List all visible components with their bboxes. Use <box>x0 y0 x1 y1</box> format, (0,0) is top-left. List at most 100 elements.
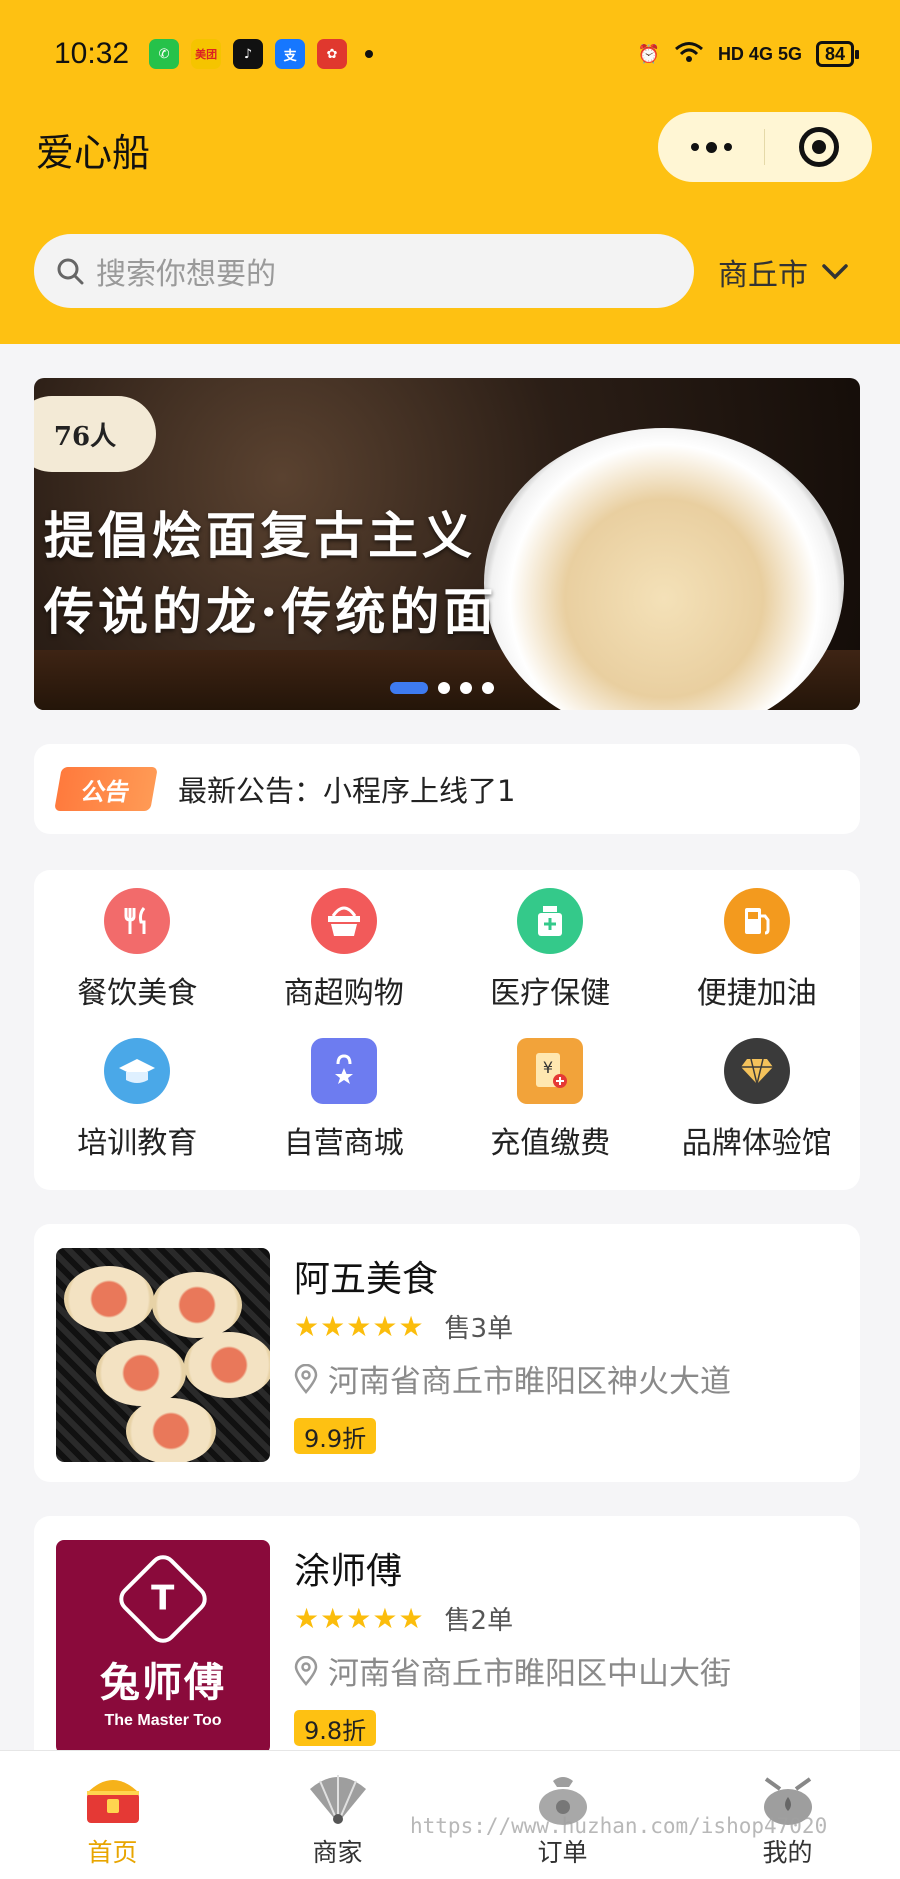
tab-home[interactable]: 首页 <box>0 1751 225 1879</box>
category-label: 便捷加油 <box>696 976 817 1011</box>
miniprogram-capsule <box>658 112 872 182</box>
shopping-bag-icon <box>310 1038 377 1104</box>
carousel-dot-active[interactable] <box>390 682 428 694</box>
home-chest-icon <box>81 1767 145 1831</box>
chevron-down-icon <box>822 264 848 280</box>
store-thumbnail: T 兔师傅 The Master Too <box>56 1540 270 1754</box>
category-label: 培训教育 <box>77 1126 198 1161</box>
tiktok-app-icon: ♪ <box>233 39 264 69</box>
store-logo-mark: T <box>113 1549 213 1649</box>
store-card[interactable]: T 兔师傅 The Master Too 涂师傅 ★ ★ ★ ★ ★ 售2单 河… <box>34 1516 860 1774</box>
banner-logo: 76人 <box>34 396 156 472</box>
fan-merchant-icon <box>306 1767 370 1831</box>
store-address-text: 河南省商丘市睢阳区中山大街 <box>328 1656 731 1692</box>
store-rating: ★ ★ ★ ★ ★ 售2单 <box>294 1600 513 1637</box>
category-label: 商超购物 <box>283 976 404 1011</box>
star-icon: ★ <box>294 1601 320 1635</box>
more-dot-icon <box>690 143 699 151</box>
more-dot-icon <box>705 141 717 153</box>
store-name: 阿五美食 <box>294 1259 439 1300</box>
discount-badge: 9.8折 <box>294 1710 377 1746</box>
meituan-app-icon: 美团 <box>191 39 222 69</box>
battery-indicator: 84 <box>815 41 860 67</box>
notice-tag: 公告 <box>54 767 158 811</box>
flower-app-icon: ✿ <box>317 39 348 69</box>
category-label: 品牌体验馆 <box>681 1126 832 1161</box>
more-menu-button[interactable] <box>658 112 764 182</box>
fuel-pump-icon <box>723 888 790 954</box>
graduation-cap-icon <box>104 1038 171 1104</box>
store-sold: 售2单 <box>444 1606 514 1636</box>
store-card[interactable]: 阿五美食 ★ ★ ★ ★ ★ 售3单 河南省商丘市睢阳区神火大道 9.9折 <box>34 1224 860 1482</box>
watermark-text: https://www.huzhan.com/ishop47020 <box>410 1814 828 1838</box>
carousel-dot[interactable] <box>482 682 494 694</box>
network-indicator: HD 4G 5G <box>717 43 802 64</box>
store-name: 涂师傅 <box>294 1551 403 1592</box>
star-icon: ★ <box>320 1309 346 1343</box>
category-grid: 餐饮美食 商超购物 医疗保健 便捷加油 培训教育 自营商城 ¥ 充值缴费 品牌体… <box>34 870 860 1190</box>
notice-bar[interactable]: 公告 最新公告：小程序上线了1 <box>34 744 860 834</box>
notification-dot <box>365 50 374 58</box>
store-address-text: 河南省商丘市睢阳区神火大道 <box>328 1364 731 1400</box>
category-recharge[interactable]: ¥ 充值缴费 <box>447 1038 654 1188</box>
search-icon <box>57 258 84 285</box>
noodle-bowl-image <box>484 428 844 710</box>
banner-headline-2: 传说的龙·传统的面 <box>44 582 498 641</box>
store-thumbnail <box>56 1248 270 1462</box>
star-icon: ★ <box>372 1309 398 1343</box>
category-label: 充值缴费 <box>490 1126 611 1161</box>
alipay-app-icon: 支 <box>275 39 306 69</box>
category-brand-hall[interactable]: 品牌体验馆 <box>654 1038 861 1188</box>
recharge-icon: ¥ <box>517 1038 584 1104</box>
basket-icon <box>310 888 377 954</box>
store-rating: ★ ★ ★ ★ ★ 售3单 <box>294 1308 513 1345</box>
store-logo-text: 兔师傅 <box>100 1660 226 1706</box>
category-medical[interactable]: 医疗保健 <box>447 888 654 1038</box>
search-placeholder: 搜索你想要的 <box>96 257 276 292</box>
category-label: 餐饮美食 <box>77 976 198 1011</box>
phone-app-icon: ✆ <box>149 39 180 69</box>
tab-label: 我的 <box>762 1838 813 1867</box>
tab-label: 首页 <box>87 1838 138 1867</box>
location-pin-icon <box>294 1363 318 1394</box>
status-right: ⏰ HD 4G 5G 84 <box>637 41 860 68</box>
tab-label: 商家 <box>312 1838 363 1867</box>
carousel-dot[interactable] <box>438 682 450 694</box>
star-icon: ★ <box>398 1309 424 1343</box>
star-icon: ★ <box>346 1601 372 1635</box>
city-selector[interactable]: 商丘市 <box>718 250 848 294</box>
page-title: 爱心船 <box>36 131 151 175</box>
star-icon: ★ <box>372 1601 398 1635</box>
diamond-icon <box>723 1038 790 1104</box>
store-address: 河南省商丘市睢阳区神火大道 <box>294 1356 731 1401</box>
promo-banner[interactable]: 76人 提倡烩面复古主义 传说的龙·传统的面 <box>34 378 860 710</box>
notice-text: 最新公告：小程序上线了1 <box>178 774 516 808</box>
alarm-icon: ⏰ <box>637 43 660 64</box>
carousel-dot[interactable] <box>460 682 472 694</box>
category-fuel[interactable]: 便捷加油 <box>654 888 861 1038</box>
store-logo-subtext: The Master Too <box>104 1712 222 1729</box>
top-header: 10:32 ✆ 美团 ♪ 支 ✿ ⏰ HD 4G 5G 84 爱心船 搜索你想要… <box>0 0 900 344</box>
more-dot-icon <box>723 143 732 151</box>
category-label: 自营商城 <box>283 1126 404 1161</box>
star-icon: ★ <box>346 1309 372 1343</box>
target-icon <box>798 127 839 167</box>
carousel-indicator <box>390 682 494 694</box>
store-sold: 售3单 <box>444 1314 514 1344</box>
category-supermarket[interactable]: 商超购物 <box>241 888 448 1038</box>
tab-label: 订单 <box>537 1838 588 1867</box>
category-education[interactable]: 培训教育 <box>34 1038 241 1188</box>
category-self-mall[interactable]: 自营商城 <box>241 1038 448 1188</box>
star-icon: ★ <box>294 1309 320 1343</box>
medicine-bottle-icon <box>517 888 584 954</box>
banner-headline-1: 提倡烩面复古主义 <box>44 506 476 565</box>
fork-knife-icon <box>104 888 171 954</box>
category-dining[interactable]: 餐饮美食 <box>34 888 241 1038</box>
location-pin-icon <box>294 1655 318 1686</box>
svg-text:¥: ¥ <box>543 1058 553 1077</box>
city-label: 商丘市 <box>718 258 808 293</box>
category-label: 医疗保健 <box>490 976 611 1011</box>
search-input[interactable]: 搜索你想要的 <box>34 234 694 308</box>
status-bar: 10:32 ✆ 美团 ♪ 支 ✿ ⏰ HD 4G 5G 84 <box>54 30 860 78</box>
close-miniprogram-button[interactable] <box>765 127 872 167</box>
